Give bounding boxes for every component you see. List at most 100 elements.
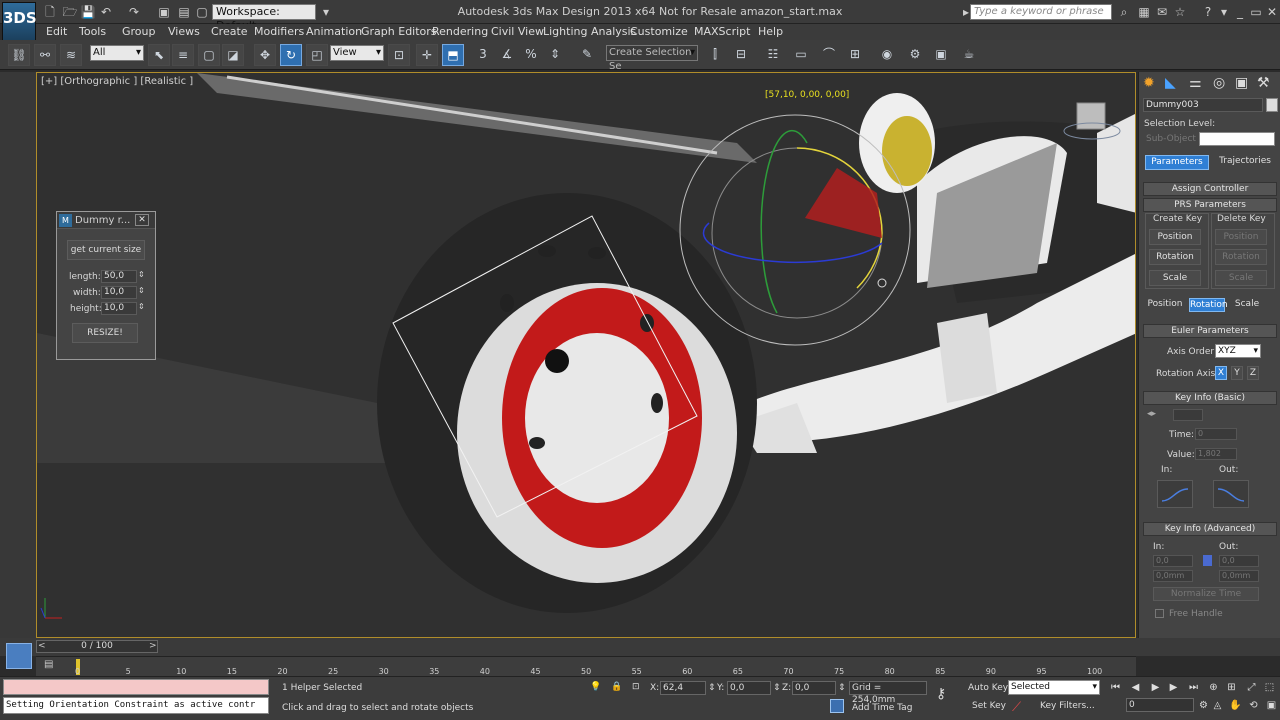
key-number-field[interactable] xyxy=(1173,409,1203,421)
rotation-axis-x-button[interactable]: X xyxy=(1215,366,1227,380)
menu-customize[interactable]: Customize xyxy=(630,25,688,38)
orbit-icon[interactable]: ⟲ xyxy=(1246,699,1261,713)
new-file-icon[interactable]: 🗋 xyxy=(42,4,58,20)
app-logo[interactable]: 3DS xyxy=(2,2,37,42)
save-file-icon[interactable]: 💾 xyxy=(80,4,96,20)
adv-in-field[interactable]: 0,0 xyxy=(1153,555,1193,567)
modify-tab-icon[interactable]: ◣ xyxy=(1165,75,1176,91)
menu-create[interactable]: Create xyxy=(211,25,248,38)
height-field[interactable]: 10,0 xyxy=(101,302,137,315)
search-input[interactable]: Type a keyword or phrase xyxy=(970,4,1112,20)
viewport[interactable]: [+] [Orthographic ] [Realistic ] [57,10,… xyxy=(36,72,1136,638)
menu-lighting-analysis[interactable]: Lighting Analysis xyxy=(543,25,636,38)
y-spinner-icon[interactable]: ⇕ xyxy=(773,683,781,693)
current-frame-field[interactable]: 0 xyxy=(1126,698,1194,712)
close-window-icon[interactable]: ✕ xyxy=(1264,4,1280,20)
trajectories-tab-button[interactable]: Trajectories xyxy=(1213,155,1277,170)
delete-scale-key-button[interactable]: Scale xyxy=(1215,270,1267,286)
binoculars-icon[interactable]: ⌕ xyxy=(1116,4,1132,20)
time-slider-next-icon[interactable]: > xyxy=(149,641,157,651)
assign-controller-rollout[interactable]: Assign Controller xyxy=(1143,182,1277,196)
add-time-tag-button[interactable]: Add Time Tag xyxy=(852,703,912,713)
reference-coordinate-dropdown[interactable]: View xyxy=(330,45,384,61)
selection-lock-icon[interactable]: 🔒 xyxy=(611,682,622,692)
select-and-scale-icon[interactable]: ◰ xyxy=(306,44,328,66)
object-color-swatch[interactable] xyxy=(1266,98,1278,112)
scale-track-button[interactable]: Scale xyxy=(1229,298,1265,312)
open-file-icon[interactable]: 🗁 xyxy=(62,4,78,20)
menu-civil-view[interactable]: Civil View xyxy=(491,25,544,38)
adv-out-field[interactable]: 0,0 xyxy=(1219,555,1259,567)
time-field[interactable]: 0 xyxy=(1195,428,1237,440)
layout-icon[interactable]: ▢ xyxy=(194,4,210,20)
delete-rotation-key-button[interactable]: Rotation xyxy=(1215,249,1267,265)
display-tab-icon[interactable]: ▣ xyxy=(1235,75,1248,91)
pan-view-icon[interactable]: ✋ xyxy=(1228,699,1243,713)
value-field[interactable]: 1,802 xyxy=(1195,448,1237,460)
select-object-icon[interactable]: ⬉ xyxy=(148,44,170,66)
utilities-tab-icon[interactable]: ⚒ xyxy=(1257,75,1270,91)
key-info-advanced-rollout[interactable]: Key Info (Advanced) xyxy=(1143,522,1277,536)
menu-graph-editors[interactable]: Graph Editors xyxy=(361,25,437,38)
zoom-extents-all-icon[interactable]: ⬚ xyxy=(1262,681,1277,695)
select-and-manipulate-icon[interactable]: ✛ xyxy=(416,44,438,66)
unlink-icon[interactable]: ⚯ xyxy=(34,44,56,66)
time-slider[interactable]: 0 / 100 xyxy=(36,640,158,653)
go-to-start-icon[interactable]: ⏮ xyxy=(1108,681,1123,695)
edit-named-selection-icon[interactable]: ✎ xyxy=(576,44,598,66)
redo-icon[interactable]: ↷ xyxy=(126,4,142,20)
y-coord-field[interactable]: 0,0 xyxy=(727,681,771,695)
curve-editor-icon[interactable]: ⌒ xyxy=(818,44,840,66)
maxscript-listener-output[interactable]: Setting Orientation Constraint as active… xyxy=(3,697,269,714)
length-spinner-icon[interactable]: ⇕ xyxy=(138,270,145,279)
mini-listener-icon[interactable] xyxy=(6,643,32,669)
delete-position-key-button[interactable]: Position xyxy=(1215,229,1267,245)
normalize-time-button[interactable]: Normalize Time xyxy=(1153,587,1259,601)
object-name-field[interactable]: Dummy003 xyxy=(1143,98,1263,112)
width-spinner-icon[interactable]: ⇕ xyxy=(138,286,145,295)
window-icon[interactable]: ▤ xyxy=(176,4,192,20)
selection-filter-dropdown[interactable]: All xyxy=(90,45,144,61)
adv-in-mm-field[interactable]: 0,0mm xyxy=(1153,570,1193,582)
rendered-frame-window-icon[interactable]: ▣ xyxy=(930,44,952,66)
viewport-label[interactable]: [+] [Orthographic ] [Realistic ] xyxy=(41,76,193,87)
zoom-all-icon[interactable]: ⊞ xyxy=(1224,681,1239,695)
auto-key-button[interactable]: Auto Key xyxy=(968,683,1008,693)
hierarchy-tab-icon[interactable]: ⚌ xyxy=(1189,75,1202,91)
percent-snap-icon[interactable]: % xyxy=(520,44,542,66)
zoom-extents-icon[interactable]: ⤢ xyxy=(1244,681,1259,695)
maximize-icon[interactable]: ▭ xyxy=(1248,4,1264,20)
render-setup-icon[interactable]: ⚙ xyxy=(904,44,926,66)
menu-modifiers[interactable]: Modifiers xyxy=(254,25,304,38)
quick-access-menu-icon[interactable]: ▾ xyxy=(318,4,334,20)
layer-manager-icon[interactable]: ☷ xyxy=(762,44,784,66)
keyboard-shortcut-override-icon[interactable]: ⬒ xyxy=(442,44,464,66)
z-spinner-icon[interactable]: ⇕ xyxy=(838,683,846,693)
track-bar-menu-icon[interactable]: ▤ xyxy=(44,659,53,670)
communication-icon[interactable]: ✉ xyxy=(1154,4,1170,20)
resize-button[interactable]: RESIZE! xyxy=(72,323,138,343)
play-icon[interactable]: ▶ xyxy=(1148,681,1163,695)
named-selection-set-dropdown[interactable]: Create Selection Se xyxy=(606,45,698,72)
menu-views[interactable]: Views xyxy=(168,25,200,38)
get-current-size-button[interactable]: get current size xyxy=(67,240,145,260)
sub-object-dropdown[interactable] xyxy=(1199,132,1275,146)
parameters-tab-button[interactable]: Parameters xyxy=(1145,155,1209,170)
out-tangent-curve-icon[interactable] xyxy=(1213,480,1249,508)
menu-group[interactable]: Group xyxy=(122,25,156,38)
workspace-dropdown[interactable]: Workspace: Default xyxy=(212,4,316,32)
lock-tangent-icon[interactable] xyxy=(1203,555,1212,566)
material-editor-icon[interactable]: ◉ xyxy=(876,44,898,66)
key-selection-dropdown[interactable]: Selected ▾ xyxy=(1008,680,1100,695)
align-icon[interactable]: ⊟ xyxy=(730,44,752,66)
set-keys-icon[interactable]: ⟋ xyxy=(1012,700,1021,715)
menu-maxscript[interactable]: MAXScript xyxy=(694,25,750,38)
time-tag-icon[interactable] xyxy=(830,699,844,713)
position-track-button[interactable]: Position xyxy=(1145,298,1185,312)
field-of-view-icon[interactable]: ◬ xyxy=(1210,699,1225,713)
create-rotation-key-button[interactable]: Rotation xyxy=(1149,249,1201,265)
in-tangent-curve-icon[interactable] xyxy=(1157,480,1193,508)
next-frame-icon[interactable]: ▶ xyxy=(1166,681,1181,695)
height-spinner-icon[interactable]: ⇕ xyxy=(138,302,145,311)
menu-tools[interactable]: Tools xyxy=(79,25,106,38)
